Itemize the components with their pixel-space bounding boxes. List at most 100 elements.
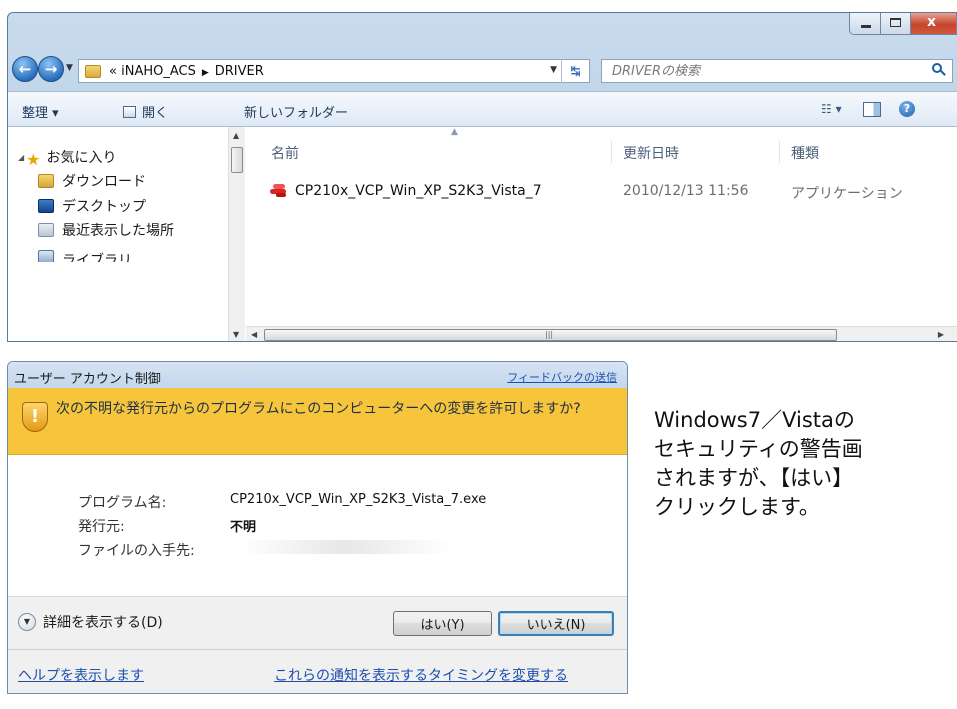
warning-shield-icon: ! xyxy=(22,402,48,432)
help-link[interactable]: ヘルプを表示します xyxy=(18,665,144,685)
breadcrumb-driver[interactable]: DRIVER xyxy=(215,64,264,79)
nav-item-libraries[interactable]: ライブラリ xyxy=(38,250,132,262)
change-notification-timing-link[interactable]: これらの通知を表示するタイミングを変更する xyxy=(274,665,568,685)
maximize-icon xyxy=(890,18,901,27)
scroll-down-icon[interactable]: ▼ xyxy=(233,330,239,339)
column-header-date[interactable]: 更新日時 xyxy=(623,143,679,163)
file-origin-value-blurred xyxy=(240,540,450,554)
scroll-thumb[interactable]: ||| xyxy=(264,329,837,341)
address-dropdown-icon[interactable]: ▼ xyxy=(550,65,557,75)
column-header-type[interactable]: 種類 xyxy=(791,143,819,163)
uac-titlebar: ユーザー アカウント制御 フィードバックの送信 xyxy=(8,362,627,388)
forward-button[interactable]: → xyxy=(38,56,64,82)
open-button[interactable]: 開く xyxy=(123,102,168,121)
preview-pane-icon[interactable] xyxy=(863,102,881,117)
breadcrumb-inaho-acs[interactable]: iNAHO_ACS xyxy=(121,64,196,79)
back-button[interactable]: ← xyxy=(12,56,38,82)
uac-warning-banner: ! 次の不明な発行元からのプログラムにこのコンピューターへの変更を許可しますか? xyxy=(8,388,627,455)
downloads-folder-icon xyxy=(38,174,54,188)
search-box xyxy=(601,59,953,83)
uac-dialog: ユーザー アカウント制御 フィードバックの送信 ! 次の不明な発行元からのプログ… xyxy=(7,361,628,694)
explorer-content: ◢ ★ お気に入り ダウンロード デスクトップ 最近表示した場所 ライブラリ ▲… xyxy=(8,127,957,341)
search-icon[interactable] xyxy=(932,63,946,77)
nav-vertical-scrollbar[interactable]: ▲ ▼ xyxy=(228,127,245,341)
expand-triangle-icon[interactable]: ◢ xyxy=(18,153,24,162)
explorer-window: x ← → ▼ « iNAHO_ACS ▶ DRIVER ▼ ↹ 整理 ▾ 開く 新… xyxy=(7,12,957,342)
instruction-text: Windows7／Vistaの セキュリティの警告画 されますが、【はい】 クリ… xyxy=(654,406,957,522)
column-header-name[interactable]: 名前 xyxy=(271,143,299,163)
scroll-thumb[interactable] xyxy=(231,147,243,173)
instruction-line: セキュリティの警告画 xyxy=(654,437,863,461)
show-details-toggle[interactable]: ▼ 詳細を表示する(D) xyxy=(18,612,163,632)
folder-icon xyxy=(85,64,101,78)
file-origin-label: ファイルの入手先: xyxy=(78,543,195,559)
file-name: CP210x_VCP_Win_XP_S2K3_Vista_7 xyxy=(295,183,542,199)
nav-item-label: 最近表示した場所 xyxy=(62,223,174,239)
navigation-pane: ◢ ★ お気に入り ダウンロード デスクトップ 最近表示した場所 ライブラリ xyxy=(8,127,228,341)
divider xyxy=(8,649,627,650)
show-details-label: 詳細を表示する(D) xyxy=(43,615,163,631)
view-options-icon[interactable]: ☷ ▾ xyxy=(821,102,842,116)
forward-arrow-icon: → xyxy=(44,60,58,78)
help-icon[interactable]: ? xyxy=(899,101,915,117)
command-bar: 整理 ▾ 開く 新しいフォルダー ☷ ▾ ? xyxy=(8,91,957,127)
nav-item-downloads[interactable]: ダウンロード xyxy=(38,171,146,191)
program-info: プログラム名: CP210x_VCP_Win_XP_S2K3_Vista_7.e… xyxy=(8,456,627,596)
file-row[interactable]: CP210x_VCP_Win_XP_S2K3_Vista_7 2010/12/1… xyxy=(260,179,957,205)
instruction-line: クリックします。 xyxy=(654,495,820,519)
open-label: 開く xyxy=(142,106,169,121)
file-list: ▲ 名前 更新日時 種類 CP210x_VCP_Win_XP_S2K3_Vist… xyxy=(246,127,957,341)
no-button[interactable]: いいえ(N) xyxy=(498,611,614,636)
search-input[interactable] xyxy=(610,62,910,80)
star-icon: ★ xyxy=(26,150,41,169)
instruction-line: Windows7／Vistaの xyxy=(654,408,855,432)
file-horizontal-scrollbar[interactable]: ◀ ||| ▶ xyxy=(246,326,957,341)
uac-title: ユーザー アカウント制御 xyxy=(14,372,161,387)
program-name-label: プログラム名: xyxy=(78,495,167,511)
close-button[interactable]: x xyxy=(911,13,957,35)
scroll-grip-icon: ||| xyxy=(545,330,554,339)
sort-ascending-icon: ▲ xyxy=(451,127,458,137)
file-type: アプリケーション xyxy=(791,186,903,202)
publisher-label: 発行元: xyxy=(78,519,125,535)
recent-places-icon xyxy=(38,223,54,237)
feedback-link[interactable]: フィードバックの送信 xyxy=(507,369,617,385)
application-icon xyxy=(270,184,288,198)
nav-item-label: ダウンロード xyxy=(62,174,146,190)
uac-question: 次の不明な発行元からのプログラムにこのコンピューターへの変更を許可しますか? xyxy=(56,401,581,417)
uac-footer: ▼ 詳細を表示する(D) はい(Y) いいえ(N) ヘルプを表示します これらの… xyxy=(8,597,627,693)
desktop-icon xyxy=(38,199,54,213)
scroll-left-icon[interactable]: ◀ xyxy=(251,330,257,339)
minimize-icon xyxy=(861,25,871,28)
chevron-down-icon: ▼ xyxy=(18,613,36,631)
nav-item-label: ライブラリ xyxy=(62,253,132,262)
close-icon: x xyxy=(927,14,937,30)
column-divider[interactable] xyxy=(611,141,612,163)
nav-item-desktop[interactable]: デスクトップ xyxy=(38,196,146,216)
nav-item-label: デスクトップ xyxy=(62,199,146,215)
scroll-right-icon[interactable]: ▶ xyxy=(938,330,944,339)
maximize-button[interactable] xyxy=(881,13,911,35)
address-path: « iNAHO_ACS ▶ DRIVER xyxy=(109,64,264,79)
scroll-up-icon[interactable]: ▲ xyxy=(233,131,239,140)
window-controls: x xyxy=(849,13,957,35)
libraries-icon xyxy=(38,250,54,262)
address-bar[interactable]: « iNAHO_ACS ▶ DRIVER ▼ ↹ xyxy=(78,59,590,83)
instruction-line: されますが、【はい】 xyxy=(654,466,854,490)
refresh-button[interactable]: ↹ xyxy=(561,59,589,83)
recent-pages-dropdown-icon[interactable]: ▼ xyxy=(66,63,73,73)
back-arrow-icon: ← xyxy=(18,60,32,78)
program-name-value: CP210x_VCP_Win_XP_S2K3_Vista_7.exe xyxy=(230,492,487,507)
publisher-value: 不明 xyxy=(230,520,257,535)
address-root-marker[interactable]: « xyxy=(109,64,117,79)
column-divider[interactable] xyxy=(779,141,780,163)
minimize-button[interactable] xyxy=(849,13,881,35)
organize-menu[interactable]: 整理 ▾ xyxy=(22,102,59,121)
yes-button[interactable]: はい(Y) xyxy=(393,611,492,636)
new-folder-button[interactable]: 新しいフォルダー xyxy=(244,102,348,121)
open-icon xyxy=(123,106,136,118)
breadcrumb-separator-icon[interactable]: ▶ xyxy=(202,68,209,78)
nav-item-favorites[interactable]: ◢ ★ お気に入り xyxy=(18,147,117,169)
nav-item-recent-places[interactable]: 最近表示した場所 xyxy=(38,220,228,240)
file-date: 2010/12/13 11:56 xyxy=(623,183,749,199)
